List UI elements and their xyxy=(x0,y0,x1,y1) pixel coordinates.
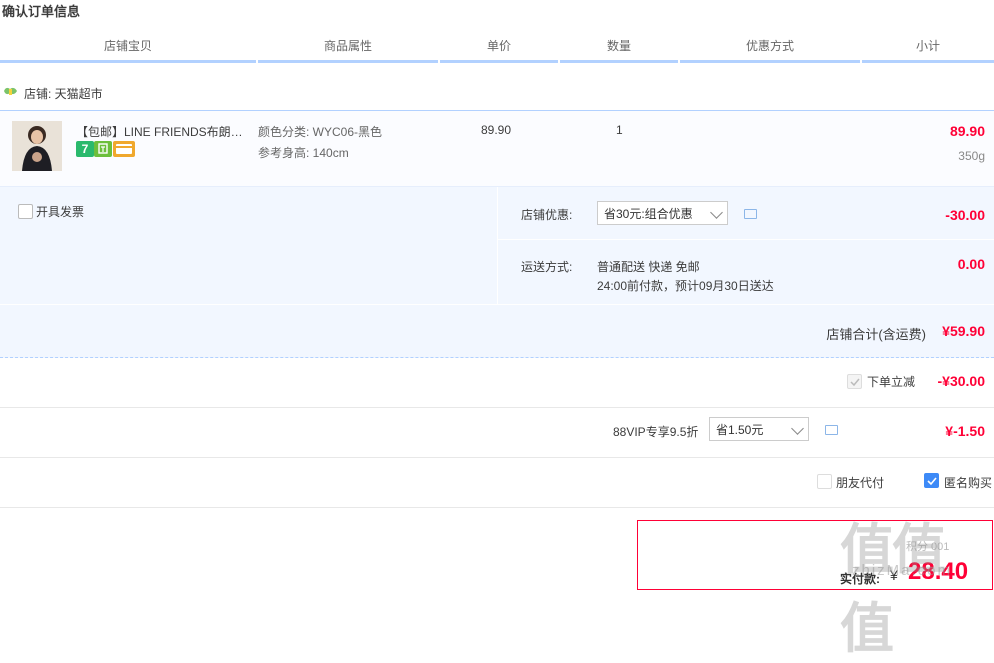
instant-discount-row: 下单立减 -¥30.00 xyxy=(0,357,994,408)
vip-discount-row: 88VIP专享9.5折 省1.50元 ¥-1.50 xyxy=(0,407,994,458)
message-icon[interactable] xyxy=(744,209,757,219)
chevron-down-icon xyxy=(710,206,723,219)
credit-card-icon[interactable] xyxy=(113,141,135,157)
vip-discount-select[interactable]: 省1.50元 xyxy=(709,417,809,441)
watermark-url: zhizMa.com xyxy=(852,562,953,579)
column-header-attributes: 商品属性 xyxy=(258,36,438,63)
product-thumbnail[interactable] xyxy=(12,121,62,171)
message-icon[interactable] xyxy=(825,425,838,435)
watermark-logo: 值值值 xyxy=(840,520,946,659)
panel-divider-horizontal xyxy=(497,239,994,240)
column-header-quantity: 数量 xyxy=(560,36,678,63)
shipping-label: 运送方式: xyxy=(521,260,573,274)
unit-price: 89.90 xyxy=(481,123,512,137)
instant-discount-checkbox xyxy=(847,374,862,389)
product-attr-color: 颜色分类: WYC06-黑色 xyxy=(258,125,383,139)
column-header-subtotal: 小计 xyxy=(862,36,994,63)
cart-item-row: 【包邮】LINE FRIENDS布朗… 7 颜色分类: WYC06-黑色 参考身… xyxy=(0,110,994,187)
column-header-price: 单价 xyxy=(440,36,558,63)
item-subtotal: 89.90 xyxy=(949,123,985,139)
order-services-panel: 开具发票 店铺优惠: 省30元:组合优惠 -30.00 运送方式: 普通配送 快… xyxy=(0,186,994,305)
invoice-checkbox[interactable] xyxy=(18,204,33,219)
guarantee-icon[interactable] xyxy=(94,141,112,157)
shipping-amount: 0.00 xyxy=(957,256,985,272)
friend-pay-label: 朋友代付 xyxy=(836,476,885,490)
item-weight: 350g xyxy=(958,149,985,163)
anonymous-label: 匿名购买 xyxy=(944,476,993,490)
column-header-item: 店铺宝贝 xyxy=(0,36,256,63)
product-title[interactable]: 【包邮】LINE FRIENDS布朗… xyxy=(76,123,246,140)
shop-total-row: 店铺合计(含运费) ¥59.90 xyxy=(0,304,994,358)
shop-name[interactable]: 店铺: 天猫超市 xyxy=(24,85,103,102)
payment-options-row: 朋友代付 匿名购买 xyxy=(0,457,994,508)
page-title: 确认订单信息 xyxy=(2,4,81,19)
vip-amount: ¥-1.50 xyxy=(945,423,985,439)
shop-discount-label: 店铺优惠: xyxy=(521,208,573,222)
instant-discount-amount: -¥30.00 xyxy=(937,373,985,389)
anonymous-checkbox[interactable] xyxy=(924,473,939,488)
vip-label: 88VIP专享9.5折 xyxy=(613,425,699,439)
chevron-down-icon xyxy=(791,422,804,435)
shop-total-amount: ¥59.90 xyxy=(942,323,985,339)
vip-selected: 省1.50元 xyxy=(716,423,764,437)
shipping-method: 普通配送 快递 免邮 xyxy=(597,260,700,274)
column-header-discount: 优惠方式 xyxy=(680,36,860,63)
shop-discount-select[interactable]: 省30元:组合优惠 xyxy=(597,201,728,225)
friend-pay-checkbox[interactable] xyxy=(817,474,832,489)
shipping-eta: 24:00前付款，预计09月30日送达 xyxy=(597,279,774,293)
invoice-label: 开具发票 xyxy=(36,205,85,219)
column-header-row: 店铺宝贝 商品属性 单价 数量 优惠方式 小计 xyxy=(0,36,994,63)
shop-discount-amount: -30.00 xyxy=(945,207,985,223)
seven-day-return-icon[interactable]: 7 xyxy=(76,141,94,157)
item-quantity: 1 xyxy=(616,123,623,137)
shop-leaf-icon xyxy=(4,87,17,95)
panel-divider xyxy=(497,187,498,305)
shop-row: 店铺: 天猫超市 xyxy=(0,82,994,110)
shop-total-label: 店铺合计(含运费) xyxy=(826,327,926,342)
instant-discount-label: 下单立减 xyxy=(867,375,916,389)
product-attr-height: 参考身高: 140cm xyxy=(258,146,349,160)
shop-discount-selected: 省30元:组合优惠 xyxy=(604,207,693,221)
